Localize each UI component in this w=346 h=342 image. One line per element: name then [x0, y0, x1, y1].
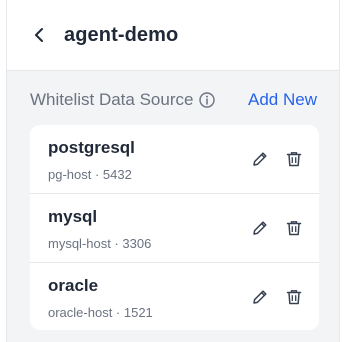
add-new-button[interactable]: Add New [248, 90, 317, 110]
source-name: oracle [48, 275, 99, 295]
pencil-icon [253, 152, 267, 166]
row-actions [251, 150, 303, 168]
panel: agent-demo Whitelist Data Source Add New… [6, 0, 340, 342]
edit-button[interactable] [251, 219, 269, 237]
chevron-left-icon [35, 28, 43, 42]
list-item-meta: postgresql pg-host · 5432 [48, 137, 135, 182]
delete-button[interactable] [285, 150, 303, 168]
trash-icon [286, 290, 302, 305]
section-title: Whitelist Data Source [30, 90, 194, 109]
section-header: Whitelist Data Source Add New [7, 80, 339, 120]
trash-icon [286, 221, 302, 236]
info-circle-icon[interactable] [199, 92, 216, 108]
row-actions [251, 219, 303, 237]
list-item: mysql mysql-host · 3306 [30, 193, 319, 262]
list-item: oracle oracle-host · 1521 [30, 262, 319, 331]
header: agent-demo [7, 0, 339, 71]
page-title: agent-demo [64, 23, 179, 46]
delete-button[interactable] [285, 219, 303, 237]
source-name: mysql [48, 206, 98, 226]
back-button[interactable] [32, 25, 46, 45]
row-actions [251, 288, 303, 306]
pencil-icon [253, 221, 267, 235]
source-detail: oracle-host · 1521 [48, 304, 153, 320]
data-source-list: postgresql pg-host · 5432 mysql mysql-ho… [30, 125, 319, 330]
source-detail: mysql-host · 3306 [48, 235, 152, 251]
trash-icon [286, 152, 302, 167]
list-item: postgresql pg-host · 5432 [30, 125, 319, 193]
edit-button[interactable] [251, 288, 269, 306]
delete-button[interactable] [285, 288, 303, 306]
source-detail: pg-host · 5432 [48, 166, 132, 182]
list-item-meta: mysql mysql-host · 3306 [48, 206, 151, 251]
pencil-icon [253, 290, 267, 304]
list-item-meta: oracle oracle-host · 1521 [48, 275, 153, 320]
source-name: postgresql [48, 137, 135, 157]
edit-button[interactable] [251, 150, 269, 168]
